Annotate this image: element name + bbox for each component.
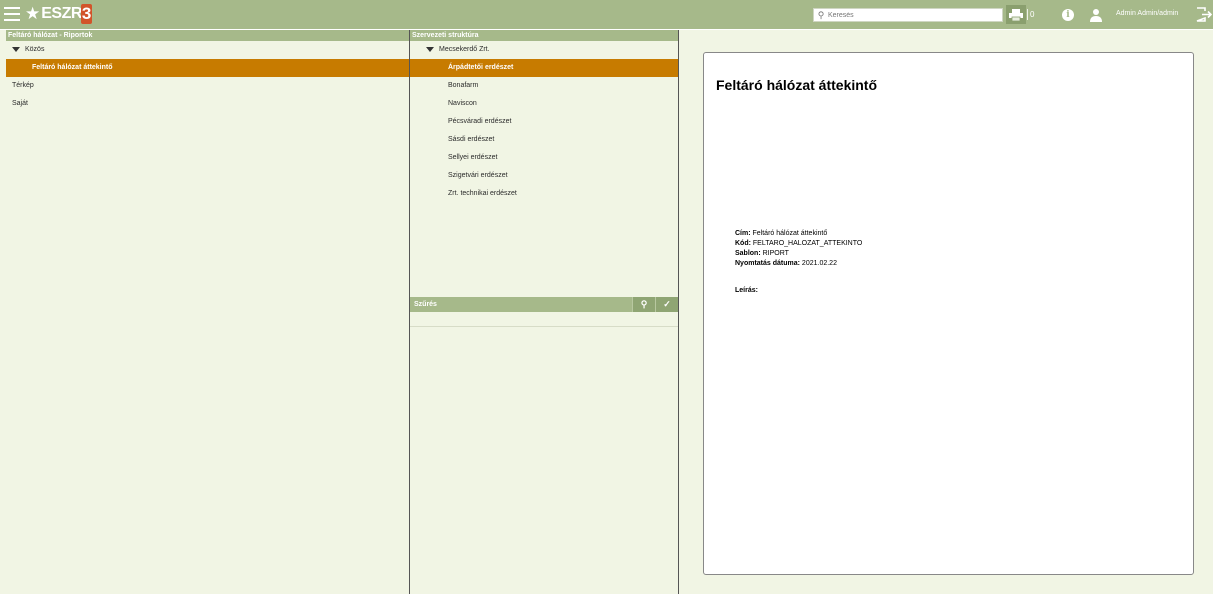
org-item-label: Pécsváradi erdészet xyxy=(448,118,512,125)
org-item-szigetvari[interactable]: Szigetvári erdészet xyxy=(410,167,678,185)
print-queue-button[interactable] xyxy=(1006,5,1026,24)
filter-apply-check-icon[interactable]: ✓ xyxy=(655,297,678,312)
top-bar: ★ ESZR 3 ⚲ 0 i Admin Admin/admin xyxy=(0,0,1213,29)
report-metadata: Cím: Feltáró hálózat áttekintő Kód: FELT… xyxy=(735,229,862,269)
org-root-mecsekerdo[interactable]: Mecsekerdő Zrt. xyxy=(410,41,678,59)
meta-value: Feltáró hálózat áttekintő xyxy=(752,230,828,237)
filter-search-icon[interactable]: ⚲ xyxy=(632,297,655,312)
app-logo[interactable]: ★ ESZR 3 xyxy=(25,4,93,24)
meta-value: 2021.02.22 xyxy=(801,260,837,267)
org-item-label: Szigetvári erdészet xyxy=(448,172,508,179)
info-icon[interactable]: i xyxy=(1062,9,1074,21)
tree-item-feltaro-halozat-attekinto[interactable]: Feltáró hálózat áttekintő xyxy=(6,59,409,77)
logo-text: ESZR xyxy=(41,5,82,22)
printer-icon xyxy=(1009,8,1023,21)
tree-item-label: Feltáró hálózat áttekintő xyxy=(32,64,113,71)
logo-suffix: 3 xyxy=(80,4,93,24)
expand-caret-icon[interactable] xyxy=(12,46,20,52)
tree-item-label: Saját xyxy=(12,100,28,107)
reports-panel: Feltáró hálózat - Riportok Közös Feltáró… xyxy=(6,30,409,594)
org-item-label: Sásdi erdészet xyxy=(448,136,495,143)
meta-row-cim: Cím: Feltáró hálózat áttekintő xyxy=(735,229,862,239)
meta-label: Nyomtatás dátuma: xyxy=(735,260,800,267)
divider xyxy=(1027,9,1028,20)
meta-row-kod: Kód: FELTARO_HALOZAT_ATTEKINTO xyxy=(735,239,862,249)
meta-value: RIPORT xyxy=(762,250,789,257)
meta-label: Sablon: xyxy=(735,250,761,257)
meta-row-sablon: Sablon: RIPORT xyxy=(735,249,862,259)
meta-row-datum: Nyomtatás dátuma: 2021.02.22 xyxy=(735,259,862,269)
tree-folder-kozos[interactable]: Közös xyxy=(6,41,409,59)
meta-label: Cím: xyxy=(735,230,751,237)
org-item-arpadtetoi[interactable]: Árpádtetői erdészet xyxy=(410,59,678,77)
org-item-label: Zrt. technikai erdészet xyxy=(448,190,517,197)
org-structure-title: Szervezeti struktúra xyxy=(410,30,678,41)
menu-icon[interactable] xyxy=(4,7,20,21)
org-item-label: Naviscon xyxy=(448,100,477,107)
org-item-sellyei[interactable]: Sellyei erdészet xyxy=(410,149,678,167)
panel-divider[interactable] xyxy=(678,30,679,594)
report-title: Feltáró hálózat áttekintő xyxy=(716,77,878,93)
tree-item-terkep[interactable]: Térkép xyxy=(6,77,409,95)
tree-item-sajat[interactable]: Saját xyxy=(6,95,409,113)
logout-icon[interactable] xyxy=(1196,7,1212,22)
org-item-pecsvaradi[interactable]: Pécsváradi erdészet xyxy=(410,113,678,131)
user-name[interactable]: Admin Admin/admin xyxy=(1116,10,1178,17)
meta-label: Kód: xyxy=(735,240,751,247)
report-preview: Feltáró hálózat áttekintő Cím: Feltáró h… xyxy=(703,52,1194,575)
reports-panel-title: Feltáró hálózat - Riportok xyxy=(6,30,409,41)
org-tree: Mecsekerdő Zrt. Árpádtetői erdészet Bona… xyxy=(410,41,678,297)
org-item-label: Bonafarm xyxy=(448,82,479,89)
expand-caret-icon[interactable] xyxy=(426,46,434,52)
meta-value: FELTARO_HALOZAT_ATTEKINTO xyxy=(752,240,863,247)
user-icon xyxy=(1090,9,1102,22)
print-count: 0 xyxy=(1030,10,1035,19)
org-item-label: Sellyei erdészet xyxy=(448,154,498,161)
search-box[interactable]: ⚲ xyxy=(813,8,1003,22)
search-icon: ⚲ xyxy=(817,9,825,20)
org-item-label: Árpádtetői erdészet xyxy=(448,64,514,71)
filter-title: Szűrés xyxy=(414,301,437,308)
search-input[interactable] xyxy=(828,11,998,19)
org-item-sasdi[interactable]: Sásdi erdészet xyxy=(410,131,678,149)
tree-item-label: Térkép xyxy=(12,82,34,89)
org-structure-panel: Szervezeti struktúra Mecsekerdő Zrt. Árp… xyxy=(410,30,678,594)
filter-input-row[interactable] xyxy=(410,312,678,327)
org-item-bonafarm[interactable]: Bonafarm xyxy=(410,77,678,95)
org-root-label: Mecsekerdő Zrt. xyxy=(439,46,490,53)
meta-leiras-label: Leírás: xyxy=(735,287,758,294)
filter-toolbar: ⚲ ✓ xyxy=(632,297,678,312)
org-item-zrt-technikai[interactable]: Zrt. technikai erdészet xyxy=(410,185,678,203)
org-item-naviscon[interactable]: Naviscon xyxy=(410,95,678,113)
tree-folder-label: Közös xyxy=(25,46,45,53)
filter-header: Szűrés ⚲ ✓ xyxy=(410,297,678,312)
star-icon: ★ xyxy=(25,4,41,23)
